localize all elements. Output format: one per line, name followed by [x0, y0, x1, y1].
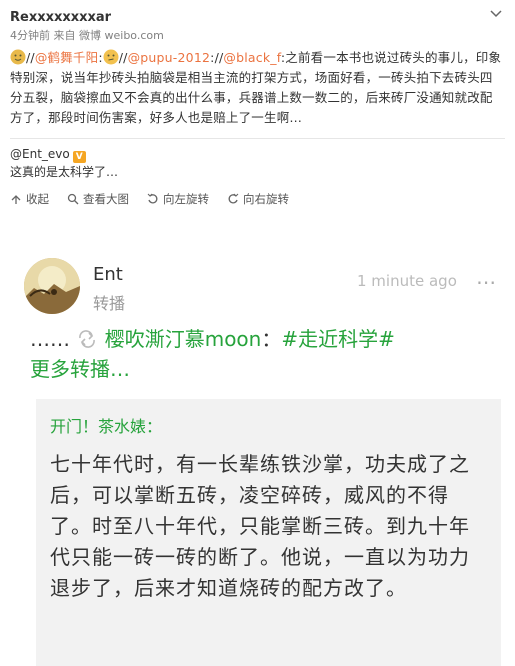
post-time[interactable]: 4分钟前 — [10, 29, 50, 42]
chain-hashtag: #走近科学# — [281, 327, 395, 351]
mention-link[interactable]: @black_f — [223, 50, 280, 65]
collapse-button[interactable]: 收起 — [10, 191, 49, 207]
mention-link[interactable]: @鹤舞千阳 — [35, 50, 99, 65]
chain-prefix: …… — [30, 327, 70, 351]
magnifier-icon — [67, 193, 79, 205]
avatar-image-icon — [24, 258, 80, 314]
divider — [10, 138, 505, 139]
repost-author-name: Ent — [93, 264, 123, 285]
view-large-button[interactable]: 查看大图 — [67, 191, 129, 207]
separator: // — [26, 50, 35, 65]
repost-author-link[interactable]: @Ent_evo — [10, 147, 70, 161]
more-options-icon: ⋯ — [476, 270, 497, 294]
post-content: //@鹤舞千阳: //@pupu-2012://@black_f:之前看一本书也… — [10, 48, 505, 128]
post-source[interactable]: 微博 weibo.com — [79, 29, 164, 42]
repost-author: @Ent_evo V — [10, 145, 505, 163]
separator: // — [118, 50, 128, 65]
quote-box: 开门！茶水婊： 七十年代时，有一长辈练铁沙掌，功夫成了之后，可以掌断五砖，凌空碎… — [36, 399, 501, 666]
quote-body: 七十年代时，有一长辈练铁沙掌，功夫成了之后，可以掌断五砖，凌空碎砖，威风的不得了… — [50, 452, 470, 600]
repost-text: 这真的是太科学了… — [10, 165, 119, 179]
thinking-emoji-icon — [103, 49, 119, 65]
post-header: Rexxxxxxxxar — [10, 6, 505, 28]
rotate-left-button[interactable]: 向左旋转 — [147, 191, 209, 207]
collapse-label: 收起 — [26, 192, 49, 206]
username[interactable]: Rexxxxxxxxar — [10, 10, 111, 25]
chevron-down-icon[interactable] — [489, 8, 503, 20]
rotate-left-icon — [147, 193, 158, 204]
chain-colon: ： — [261, 327, 282, 351]
avatar — [24, 258, 80, 314]
view-large-label: 查看大图 — [83, 192, 129, 206]
source-prefix: 来自 — [53, 29, 76, 42]
image-toolbar: 收起 查看大图 向左旋转 向右旋转 — [10, 189, 505, 209]
rotate-right-button[interactable]: 向右旋转 — [227, 191, 289, 207]
screenshot-image: Ent 转播 1 minute ago ⋯ …… 樱吹澌汀慕moon：#走近科学… — [10, 228, 515, 666]
quote-title: 开门！茶水婊： — [50, 417, 163, 436]
rotate-right-label: 向右旋转 — [243, 192, 289, 206]
mention-link[interactable]: @pupu-2012 — [128, 50, 211, 65]
post-meta: 4分钟前 来自 微博 weibo.com — [10, 28, 505, 44]
repost-icon — [79, 330, 96, 348]
weibo-post: Rexxxxxxxxar 4分钟前 来自 微博 weibo.com //@鹤舞千… — [0, 0, 515, 209]
chain-user: 樱吹澌汀慕moon — [104, 327, 262, 351]
arrow-up-icon — [11, 195, 21, 204]
rotate-left-label: 向左旋转 — [163, 192, 209, 206]
repost-label: 转播 — [93, 294, 126, 313]
chain-more: 更多转播… — [30, 357, 130, 381]
verified-badge-icon: V — [72, 151, 86, 163]
repost-time: 1 minute ago — [357, 272, 457, 290]
repost-chain: …… 樱吹澌汀慕moon：#走近科学# 更多转播… — [30, 324, 500, 384]
repost-card-header: Ent 转播 1 minute ago ⋯ — [24, 258, 504, 318]
post-image[interactable]: Ent 转播 1 minute ago ⋯ …… 樱吹澌汀慕moon：#走近科学… — [10, 228, 515, 666]
rotate-right-icon — [228, 193, 239, 204]
doge-emoji-icon — [10, 49, 26, 65]
